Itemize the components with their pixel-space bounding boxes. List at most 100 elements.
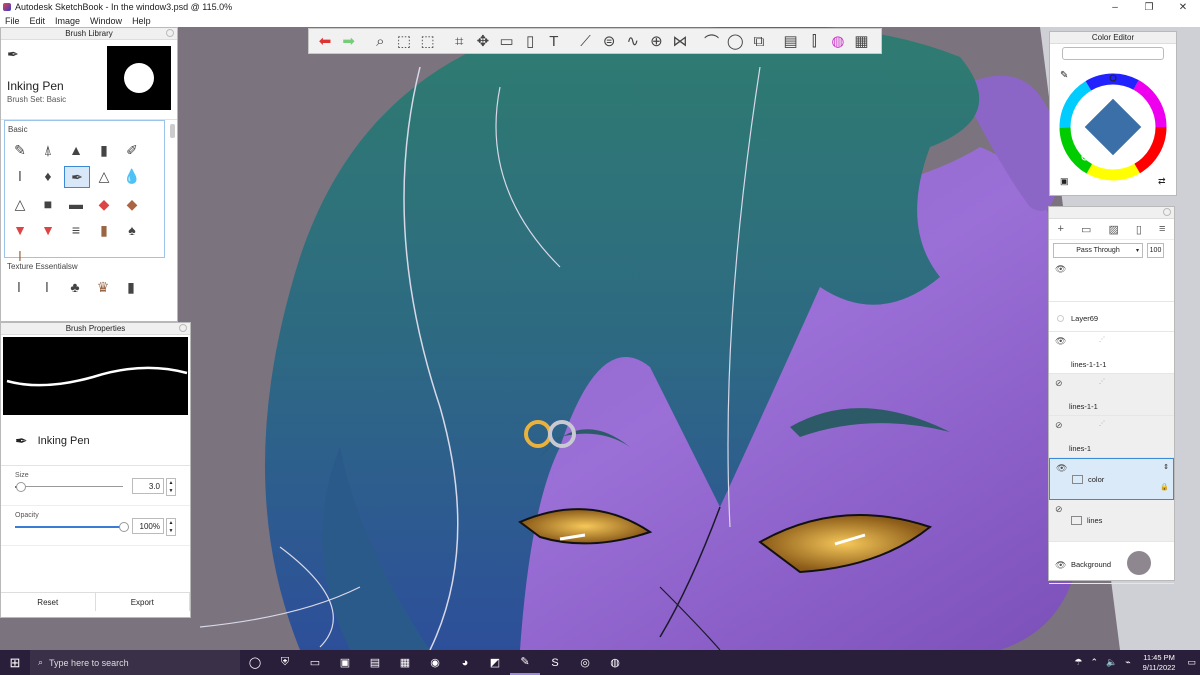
add-layer-icon[interactable]: + xyxy=(1058,223,1064,235)
visibility-eye-icon[interactable]: 👁 xyxy=(1056,463,1067,474)
blend-mode-select[interactable]: Pass Through ▾ xyxy=(1053,242,1143,258)
media-icon[interactable]: ▤ xyxy=(360,650,390,675)
delete-layer-icon[interactable]: ▯ xyxy=(1136,223,1142,236)
brush-water-drop-icon[interactable]: 💧 xyxy=(120,166,144,186)
menu-file[interactable]: File xyxy=(0,16,25,26)
steam-icon[interactable]: ◉ xyxy=(420,650,450,675)
discord-icon[interactable]: ◕ xyxy=(450,650,480,675)
sketchbook-icon[interactable]: ✎ xyxy=(510,650,540,675)
brush-pen-small-icon[interactable]: ♦ xyxy=(36,166,60,186)
visibility-eye-icon[interactable]: 👁 xyxy=(1055,560,1066,571)
network-icon[interactable]: ⌁ xyxy=(1125,657,1130,668)
brush-bristle-icon[interactable]: ♠ xyxy=(120,220,144,240)
zoom-icon[interactable]: ⌕ xyxy=(370,30,390,52)
stroke-icon[interactable]: ⌒ xyxy=(702,30,722,52)
taskbar-search[interactable]: ⌕ Type here to search xyxy=(30,650,240,675)
restore-button[interactable]: ❐ xyxy=(1132,2,1166,13)
hidden-dot-icon[interactable] xyxy=(1057,315,1064,322)
weather-icon[interactable]: ☂ xyxy=(1074,657,1082,668)
perspective-icon[interactable]: ⊕ xyxy=(646,30,666,52)
windows-start-icon[interactable]: ⊞ xyxy=(0,655,30,671)
brush-eraser-soft-icon[interactable]: ▬ xyxy=(64,194,88,214)
visibility-eye-icon[interactable]: 👁 xyxy=(1055,336,1066,347)
crop-icon[interactable]: ⌗ xyxy=(449,30,469,52)
clock[interactable]: 11:45 PM 9/11/2022 xyxy=(1143,653,1176,673)
chrome-icon[interactable]: ◎ xyxy=(570,650,600,675)
brush-paint-brush-icon[interactable]: ǀ xyxy=(8,246,32,266)
texture-brush-icon[interactable]: ▮ xyxy=(119,277,143,297)
terminal-icon[interactable]: ▭ xyxy=(300,650,330,675)
brush-oil-icon[interactable]: ◆ xyxy=(120,194,144,214)
close-icon[interactable] xyxy=(1163,208,1171,216)
brush-blender-icon[interactable]: ▮ xyxy=(92,220,116,240)
brush-pencil-icon[interactable]: ✎ xyxy=(8,140,32,160)
brush-ballpoint-icon[interactable]: ▲ xyxy=(64,140,88,160)
game-icon[interactable]: ▣ xyxy=(330,650,360,675)
redo-icon[interactable]: ➡ xyxy=(339,30,359,52)
opacity-stepper[interactable]: ▲ ▼ xyxy=(166,518,176,536)
task-view-icon[interactable]: ◯ xyxy=(240,650,270,675)
color-wheel[interactable] xyxy=(1058,72,1168,182)
layer-item[interactable]: 👁 xyxy=(1049,260,1174,302)
size-slider[interactable] xyxy=(15,482,123,492)
close-icon[interactable] xyxy=(179,324,187,332)
swap-colors-icon[interactable]: ⇄ xyxy=(1158,176,1166,187)
chevron-up-icon[interactable]: ⌃ xyxy=(1090,657,1098,668)
notes-icon[interactable]: ◩ xyxy=(480,650,510,675)
visibility-eye-icon[interactable]: 👁 xyxy=(1055,264,1066,275)
brush-technical-pen-icon[interactable]: ⍋ xyxy=(36,140,60,160)
brush-eraser-hard-icon[interactable]: ■ xyxy=(36,194,60,214)
brush-airbrush-icon[interactable]: △ xyxy=(92,166,116,186)
background-color-swatch[interactable] xyxy=(1127,551,1151,575)
brush-inking-pen-icon[interactable]: ✒ xyxy=(64,166,90,188)
menu-window[interactable]: Window xyxy=(85,16,127,26)
security-icon[interactable]: ⛨ xyxy=(270,650,300,675)
color-wheel-icon[interactable]: ◍ xyxy=(828,30,848,52)
layer-editor-icon[interactable]: ▤ xyxy=(781,30,801,52)
layer-menu-icon[interactable]: ≡ xyxy=(1159,223,1165,235)
close-button[interactable]: ✕ xyxy=(1166,2,1200,13)
color-value-field[interactable] xyxy=(1062,47,1164,60)
layer-item[interactable]: ⊘ ⋰ lines-1 xyxy=(1049,416,1174,458)
size-slider-handle[interactable] xyxy=(16,482,27,492)
size-value-field[interactable]: 3.0 xyxy=(132,478,164,494)
add-group-icon[interactable]: ▭ xyxy=(1081,223,1091,236)
menu-help[interactable]: Help xyxy=(127,16,156,26)
circle-icon[interactable]: ◯ xyxy=(725,30,745,52)
brush-crayon-icon[interactable]: ▼ xyxy=(8,220,32,240)
brush-fine-pencil-icon[interactable]: ǀ xyxy=(8,166,32,186)
calculator-icon[interactable]: ▦ xyxy=(390,650,420,675)
symmetry-icon[interactable]: ⋈ xyxy=(670,30,690,52)
volume-icon[interactable]: 🔈 xyxy=(1106,657,1117,668)
reset-button[interactable]: Reset xyxy=(1,593,96,611)
export-button[interactable]: Export xyxy=(96,593,190,611)
layer-item[interactable]: 👁 Background xyxy=(1049,542,1174,584)
opacity-slider[interactable] xyxy=(15,522,129,532)
texture-brush-icon[interactable]: ♣ xyxy=(63,277,87,297)
size-stepper[interactable]: ▲ ▼ xyxy=(166,478,176,496)
menu-image[interactable]: Image xyxy=(50,16,85,26)
toolbox-icon[interactable]: ▦ xyxy=(851,30,871,52)
layer-item[interactable]: 👁 ⋰ lines-1-1-1 xyxy=(1049,332,1174,374)
minimize-button[interactable]: – xyxy=(1098,2,1132,13)
close-icon[interactable] xyxy=(166,29,174,37)
opacity-slider-handle[interactable] xyxy=(119,522,129,532)
layer-item[interactable]: Layer69 xyxy=(1049,302,1174,332)
color-swatch-icon[interactable]: ▣ xyxy=(1060,176,1069,187)
brush-pen-icon[interactable]: ✐ xyxy=(120,140,144,160)
texture-brush-icon[interactable]: ǀ xyxy=(35,277,59,297)
distort-icon[interactable]: ▭ xyxy=(496,30,516,52)
brush-smear-icon[interactable]: ≡ xyxy=(64,220,88,240)
ruler-icon[interactable]: ⟋ xyxy=(575,30,595,52)
undo-icon[interactable]: ⬅ xyxy=(315,30,335,52)
notifications-icon[interactable]: ▭ xyxy=(1187,657,1196,668)
texture-brush-icon[interactable]: ǀ xyxy=(7,277,31,297)
layer-opacity-field[interactable]: 100 xyxy=(1147,242,1164,258)
obs-icon[interactable]: ◍ xyxy=(600,650,630,675)
text-icon[interactable]: T xyxy=(544,30,564,52)
lock-icon[interactable]: 🔒 xyxy=(1160,483,1169,491)
brush-chalk-icon[interactable]: ▼ xyxy=(36,220,60,240)
texture-brush-icon[interactable]: ♛ xyxy=(91,277,115,297)
hidden-eye-icon[interactable]: ⊘ xyxy=(1055,420,1063,431)
brush-palette-icon[interactable]: ⫿ xyxy=(804,30,824,52)
